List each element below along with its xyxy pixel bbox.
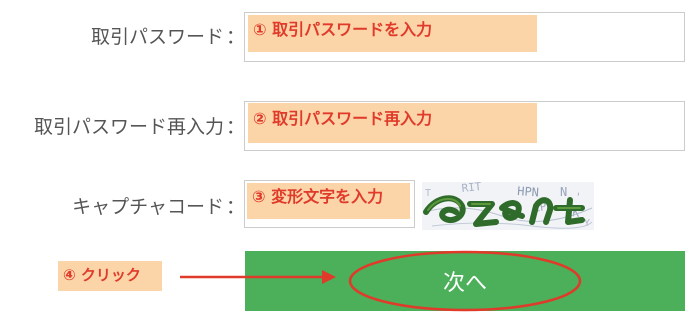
password-label: 取引パスワード： [91,22,245,49]
svg-text:HPN: HPN [517,184,540,199]
password-confirm-label-colon: ： [225,116,245,138]
next-button[interactable]: 次へ [245,251,685,311]
captcha-image: RIT HPN N ' EP K Y T [422,182,594,230]
captcha-label-colon: ： [225,196,245,218]
password-hint: ① 取引パスワードを入力 [248,15,537,52]
password-confirm-hint: ② 取引パスワード再入力 [248,103,537,143]
captcha-image-graphic: RIT HPN N ' EP K Y T [422,182,594,230]
password-confirm-label: 取引パスワード再入力： [34,112,245,139]
captcha-hint: ③ 変形文字を入力 [247,183,410,219]
svg-text:RIT: RIT [461,182,482,195]
captcha-label: キャプチャコード： [72,192,245,219]
password-label-text: 取引パスワード [90,26,224,48]
svg-text:N: N [560,185,567,199]
click-hint: ④ クリック [58,261,162,291]
next-button-label: 次へ [442,271,487,296]
password-confirm-label-text: 取引パスワード再入力 [33,116,224,138]
svg-text:T: T [425,188,431,199]
captcha-label-text: キャプチャコード [72,196,224,218]
password-label-colon: ： [225,26,245,48]
